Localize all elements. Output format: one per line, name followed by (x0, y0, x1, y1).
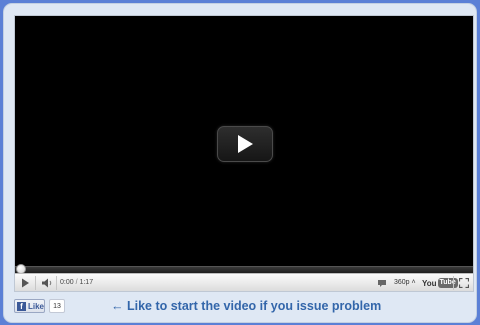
duration: 1:17 (79, 279, 94, 286)
time-display: 0:00 / 1:17 (60, 279, 93, 286)
footer: f Like 13 ← Like to start the video if yo… (14, 299, 474, 315)
like-label: Like (27, 301, 44, 311)
quality-selector[interactable]: 360p ˄ (394, 279, 416, 286)
play-icon (21, 278, 29, 288)
play-icon (238, 135, 253, 153)
center-play-button[interactable] (217, 126, 273, 162)
fullscreen-icon (459, 278, 469, 288)
current-time: 0:00 (60, 279, 74, 286)
divider (56, 276, 57, 290)
control-bar: 0:00 / 1:17 360p ˄ You Tube (15, 273, 473, 291)
video-player[interactable]: 0:00 / 1:17 360p ˄ You Tube (14, 15, 474, 292)
hint-text: ← Like to start the video if you issue p… (111, 299, 382, 313)
captions-button[interactable] (375, 274, 389, 292)
volume-button[interactable] (39, 274, 55, 292)
video-area[interactable] (15, 16, 473, 266)
embed-card: 0:00 / 1:17 360p ˄ You Tube f Like 13 ← Li… (3, 3, 477, 323)
volume-icon (42, 278, 52, 288)
like-count: 13 (49, 299, 65, 313)
divider (453, 276, 454, 290)
youtube-logo-you: You (422, 278, 437, 288)
fullscreen-button[interactable] (456, 274, 472, 292)
play-button[interactable] (17, 274, 33, 292)
divider (35, 276, 36, 290)
quality-label: 360p (394, 279, 410, 286)
captions-icon (378, 279, 386, 287)
progress-bar[interactable] (15, 264, 473, 274)
facebook-like-button[interactable]: f Like (14, 299, 45, 313)
facebook-icon: f (17, 301, 26, 311)
youtube-logo-tube: Tube (437, 278, 458, 288)
quality-caret: ˄ (411, 279, 416, 286)
